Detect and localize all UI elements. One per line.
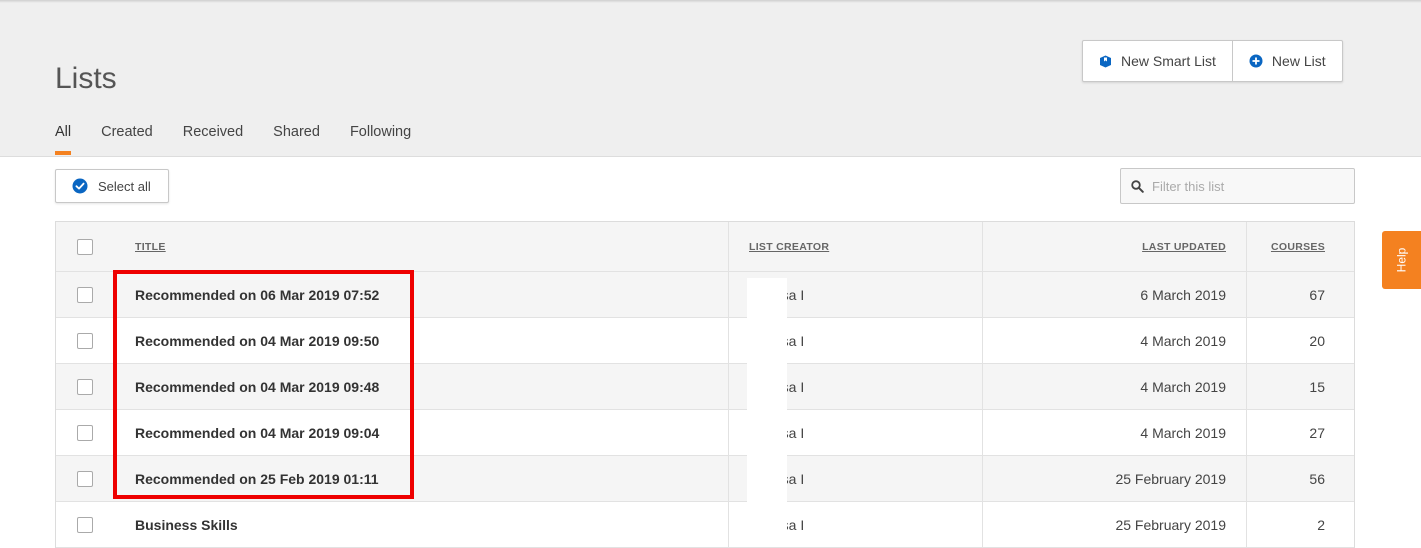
row-checkbox[interactable]	[77, 286, 93, 303]
tab-all[interactable]: All	[55, 124, 72, 155]
row-checkbox[interactable]	[77, 332, 93, 349]
row-updated: 25 February 2019	[1115, 470, 1226, 487]
row-checkbox-cell	[56, 318, 114, 363]
help-label: Help	[1394, 247, 1409, 273]
row-title-cell: Business Skills	[114, 502, 729, 547]
row-checkbox-cell	[56, 502, 114, 547]
row-courses-cell: 56	[1247, 456, 1354, 501]
list-tabs: All Created Received Shared Following	[55, 124, 441, 155]
updated-column-header: Last updated	[983, 222, 1247, 271]
header-button-group: New Smart List New List	[1082, 40, 1343, 82]
redaction-block	[747, 278, 787, 530]
filter-box	[1120, 168, 1355, 204]
row-courses: 56	[1309, 470, 1325, 487]
courses-column-header: Courses	[1247, 222, 1354, 271]
row-checkbox[interactable]	[77, 424, 93, 441]
plus-circle-icon	[1249, 54, 1263, 68]
sort-by-title[interactable]: Title	[135, 241, 166, 253]
row-checkbox[interactable]	[77, 470, 93, 487]
tab-received[interactable]: Received	[183, 124, 243, 154]
select-all-checkbox[interactable]	[77, 238, 93, 255]
row-updated: 25 February 2019	[1115, 516, 1226, 533]
row-updated-cell: 4 March 2019	[983, 318, 1247, 363]
tab-shared[interactable]: Shared	[273, 124, 320, 154]
sort-by-creator[interactable]: List creator	[749, 241, 829, 253]
row-checkbox[interactable]	[77, 516, 93, 533]
row-updated-cell: 4 March 2019	[983, 364, 1247, 409]
row-updated-cell: 25 February 2019	[983, 502, 1247, 547]
row-updated: 6 March 2019	[1140, 286, 1226, 303]
new-list-button[interactable]: New List	[1231, 41, 1342, 81]
bookmark-box-icon	[1099, 54, 1112, 68]
creator-column-header: List creator	[729, 222, 983, 271]
row-updated-cell: 6 March 2019	[983, 272, 1247, 317]
check-circle-icon	[72, 178, 88, 194]
row-courses-cell: 2	[1247, 502, 1354, 547]
tab-created[interactable]: Created	[101, 124, 153, 154]
row-courses: 2	[1317, 516, 1325, 533]
title-column-header: Title	[114, 222, 729, 271]
page-title: Lists	[55, 62, 117, 95]
help-tab[interactable]: Help	[1382, 231, 1421, 289]
select-all-button[interactable]: Select all	[55, 169, 169, 203]
row-updated-cell: 4 March 2019	[983, 410, 1247, 455]
select-all-label: Select all	[98, 178, 151, 194]
row-courses-cell: 20	[1247, 318, 1354, 363]
header-checkbox-cell	[56, 222, 114, 271]
row-courses: 20	[1309, 332, 1325, 349]
row-courses: 15	[1309, 378, 1325, 395]
row-courses: 67	[1309, 286, 1325, 303]
new-list-label: New List	[1271, 53, 1326, 69]
row-checkbox-cell	[56, 272, 114, 317]
top-shadow	[0, 0, 1421, 3]
new-smart-list-button[interactable]: New Smart List	[1083, 41, 1232, 81]
page-header: Lists New Smart List New List All Create…	[0, 0, 1421, 157]
row-updated: 4 March 2019	[1140, 332, 1226, 349]
row-updated: 4 March 2019	[1140, 424, 1226, 441]
row-title-link[interactable]: Business Skills	[135, 517, 238, 533]
sort-by-courses[interactable]: Courses	[1271, 241, 1325, 253]
row-courses-cell: 15	[1247, 364, 1354, 409]
row-checkbox-cell	[56, 410, 114, 455]
search-icon	[1131, 179, 1144, 193]
table-row: Business Skills Melissa I 25 February 20…	[56, 502, 1354, 548]
row-checkbox-cell	[56, 456, 114, 501]
row-courses-cell: 67	[1247, 272, 1354, 317]
highlight-annotation	[113, 270, 414, 499]
row-updated-cell: 25 February 2019	[983, 456, 1247, 501]
new-smart-list-label: New Smart List	[1121, 53, 1216, 69]
row-courses: 27	[1309, 424, 1325, 441]
sort-by-last-updated[interactable]: Last updated	[1142, 241, 1226, 253]
row-updated: 4 March 2019	[1140, 378, 1226, 395]
table-header: Title List creator Last updated Courses	[56, 222, 1354, 272]
row-checkbox-cell	[56, 364, 114, 409]
row-courses-cell: 27	[1247, 410, 1354, 455]
filter-input[interactable]	[1152, 178, 1342, 194]
tab-following[interactable]: Following	[350, 124, 411, 154]
row-checkbox[interactable]	[77, 378, 93, 395]
